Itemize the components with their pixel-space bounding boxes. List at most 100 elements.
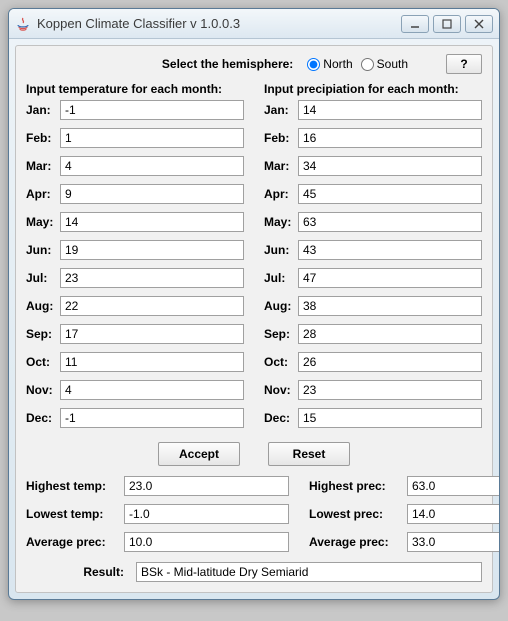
result-label: Result: [26, 565, 136, 579]
window-buttons [401, 15, 493, 33]
prec-label-jun: Jun: [264, 243, 298, 257]
temp-row-jan: Jan: [26, 100, 244, 120]
avg-temp-field[interactable] [124, 532, 289, 552]
temp-input-may[interactable] [60, 212, 244, 232]
temp-row-oct: Oct: [26, 352, 244, 372]
temp-row-dec: Dec: [26, 408, 244, 428]
prec-input-oct[interactable] [298, 352, 482, 372]
prec-label-aug: Aug: [264, 299, 298, 313]
avg-prec-label: Average prec: [309, 535, 407, 549]
minimize-button[interactable] [401, 15, 429, 33]
stats-section: Highest temp: Lowest temp: Average prec:… [26, 476, 482, 560]
avg-temp-label: Average prec: [26, 535, 124, 549]
temp-label-jun: Jun: [26, 243, 60, 257]
prec-row-jan: Jan: [264, 100, 482, 120]
temp-label-jul: Jul: [26, 271, 60, 285]
prec-label-sep: Sep: [264, 327, 298, 341]
temperature-header: Input temperature for each month: [26, 80, 244, 100]
temp-label-dec: Dec: [26, 411, 60, 425]
temp-label-aug: Aug: [26, 299, 60, 313]
window-title: Koppen Climate Classifier v 1.0.0.3 [37, 16, 401, 31]
prec-label-jul: Jul: [264, 271, 298, 285]
help-button[interactable]: ? [446, 54, 482, 74]
prec-row-jun: Jun: [264, 240, 482, 260]
close-button[interactable] [465, 15, 493, 33]
temp-input-oct[interactable] [60, 352, 244, 372]
lowest-prec-field[interactable] [407, 504, 500, 524]
prec-label-apr: Apr: [264, 187, 298, 201]
temp-row-apr: Apr: [26, 184, 244, 204]
temp-input-jun[interactable] [60, 240, 244, 260]
prec-row-sep: Sep: [264, 324, 482, 344]
precipitation-column: Input precipiation for each month: Jan: F… [264, 80, 482, 436]
temp-input-aug[interactable] [60, 296, 244, 316]
temperature-column: Input temperature for each month: Jan: Fe… [26, 80, 244, 436]
temp-input-feb[interactable] [60, 128, 244, 148]
prec-input-aug[interactable] [298, 296, 482, 316]
lowest-prec-label: Lowest prec: [309, 507, 407, 521]
prec-row-mar: Mar: [264, 156, 482, 176]
accept-button[interactable]: Accept [158, 442, 240, 466]
prec-input-feb[interactable] [298, 128, 482, 148]
hemisphere-row: Select the hemisphere: North South ? [26, 54, 482, 74]
temp-row-jul: Jul: [26, 268, 244, 288]
temp-row-jun: Jun: [26, 240, 244, 260]
prec-input-jan[interactable] [298, 100, 482, 120]
titlebar: Koppen Climate Classifier v 1.0.0.3 [9, 9, 499, 39]
lowest-temp-field[interactable] [124, 504, 289, 524]
prec-row-dec: Dec: [264, 408, 482, 428]
java-icon [15, 16, 31, 32]
temp-input-sep[interactable] [60, 324, 244, 344]
prec-label-nov: Nov: [264, 383, 298, 397]
result-field[interactable] [136, 562, 482, 582]
highest-prec-field[interactable] [407, 476, 500, 496]
radio-south[interactable]: South [361, 57, 408, 71]
hemisphere-radio-group: North South [307, 57, 408, 71]
temp-input-dec[interactable] [60, 408, 244, 428]
temp-row-sep: Sep: [26, 324, 244, 344]
prec-row-may: May: [264, 212, 482, 232]
lowest-temp-label: Lowest temp: [26, 507, 124, 521]
temp-input-nov[interactable] [60, 380, 244, 400]
prec-label-may: May: [264, 215, 298, 229]
prec-label-oct: Oct: [264, 355, 298, 369]
temp-row-mar: Mar: [26, 156, 244, 176]
prec-stats: Highest prec: Lowest prec: Average prec: [309, 476, 500, 560]
temp-row-may: May: [26, 212, 244, 232]
radio-north-input[interactable] [307, 58, 320, 71]
radio-north[interactable]: North [307, 57, 352, 71]
prec-row-feb: Feb: [264, 128, 482, 148]
prec-input-may[interactable] [298, 212, 482, 232]
prec-row-apr: Apr: [264, 184, 482, 204]
prec-input-jun[interactable] [298, 240, 482, 260]
temp-row-nov: Nov: [26, 380, 244, 400]
prec-label-mar: Mar: [264, 159, 298, 173]
prec-label-feb: Feb: [264, 131, 298, 145]
maximize-button[interactable] [433, 15, 461, 33]
radio-south-label: South [377, 57, 408, 71]
radio-south-input[interactable] [361, 58, 374, 71]
prec-input-dec[interactable] [298, 408, 482, 428]
temp-label-jan: Jan: [26, 103, 60, 117]
prec-row-aug: Aug: [264, 296, 482, 316]
reset-button[interactable]: Reset [268, 442, 350, 466]
avg-prec-field[interactable] [407, 532, 500, 552]
highest-prec-label: Highest prec: [309, 479, 407, 493]
prec-input-sep[interactable] [298, 324, 482, 344]
prec-input-apr[interactable] [298, 184, 482, 204]
highest-temp-label: Highest temp: [26, 479, 124, 493]
prec-input-jul[interactable] [298, 268, 482, 288]
prec-row-nov: Nov: [264, 380, 482, 400]
temp-input-jul[interactable] [60, 268, 244, 288]
prec-label-dec: Dec: [264, 411, 298, 425]
prec-input-mar[interactable] [298, 156, 482, 176]
precipitation-header: Input precipiation for each month: [264, 80, 482, 100]
temp-input-mar[interactable] [60, 156, 244, 176]
temp-label-mar: Mar: [26, 159, 60, 173]
prec-input-nov[interactable] [298, 380, 482, 400]
hemisphere-label: Select the hemisphere: [162, 57, 293, 71]
temp-input-jan[interactable] [60, 100, 244, 120]
temp-input-apr[interactable] [60, 184, 244, 204]
temp-label-feb: Feb: [26, 131, 60, 145]
highest-temp-field[interactable] [124, 476, 289, 496]
